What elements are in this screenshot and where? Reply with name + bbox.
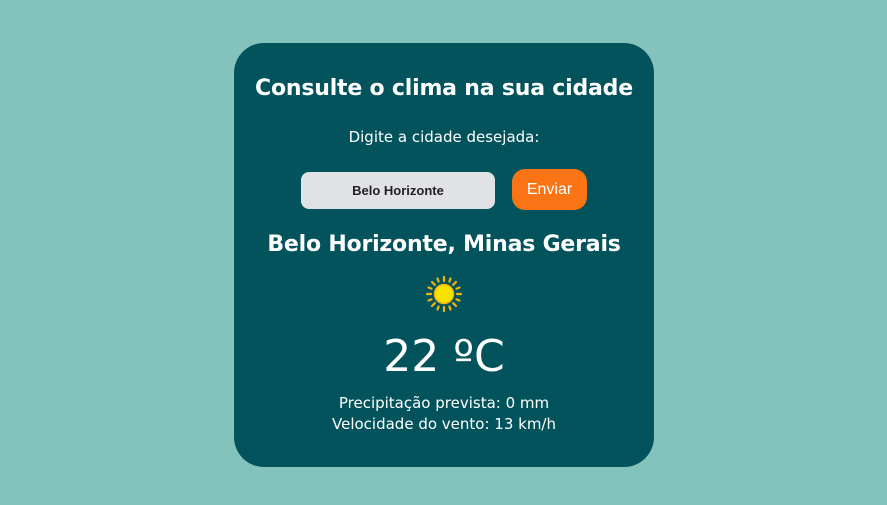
page-title: Consulte o clima na sua cidade — [255, 76, 633, 101]
city-input[interactable] — [301, 172, 495, 209]
send-button[interactable]: Enviar — [512, 169, 587, 210]
temperature-value: 22 ºC — [383, 331, 505, 382]
weather-card: Consulte o clima na sua cidade Digite a … — [234, 43, 654, 467]
precipitation-text: Precipitação prevista: 0 mm — [338, 394, 550, 412]
sun-icon — [425, 275, 463, 313]
city-prompt-label: Digite a cidade desejada: — [348, 128, 540, 146]
location-name: Belo Horizonte, Minas Gerais — [267, 232, 621, 257]
wind-speed-text: Velocidade do vento: 13 km/h — [332, 415, 556, 433]
